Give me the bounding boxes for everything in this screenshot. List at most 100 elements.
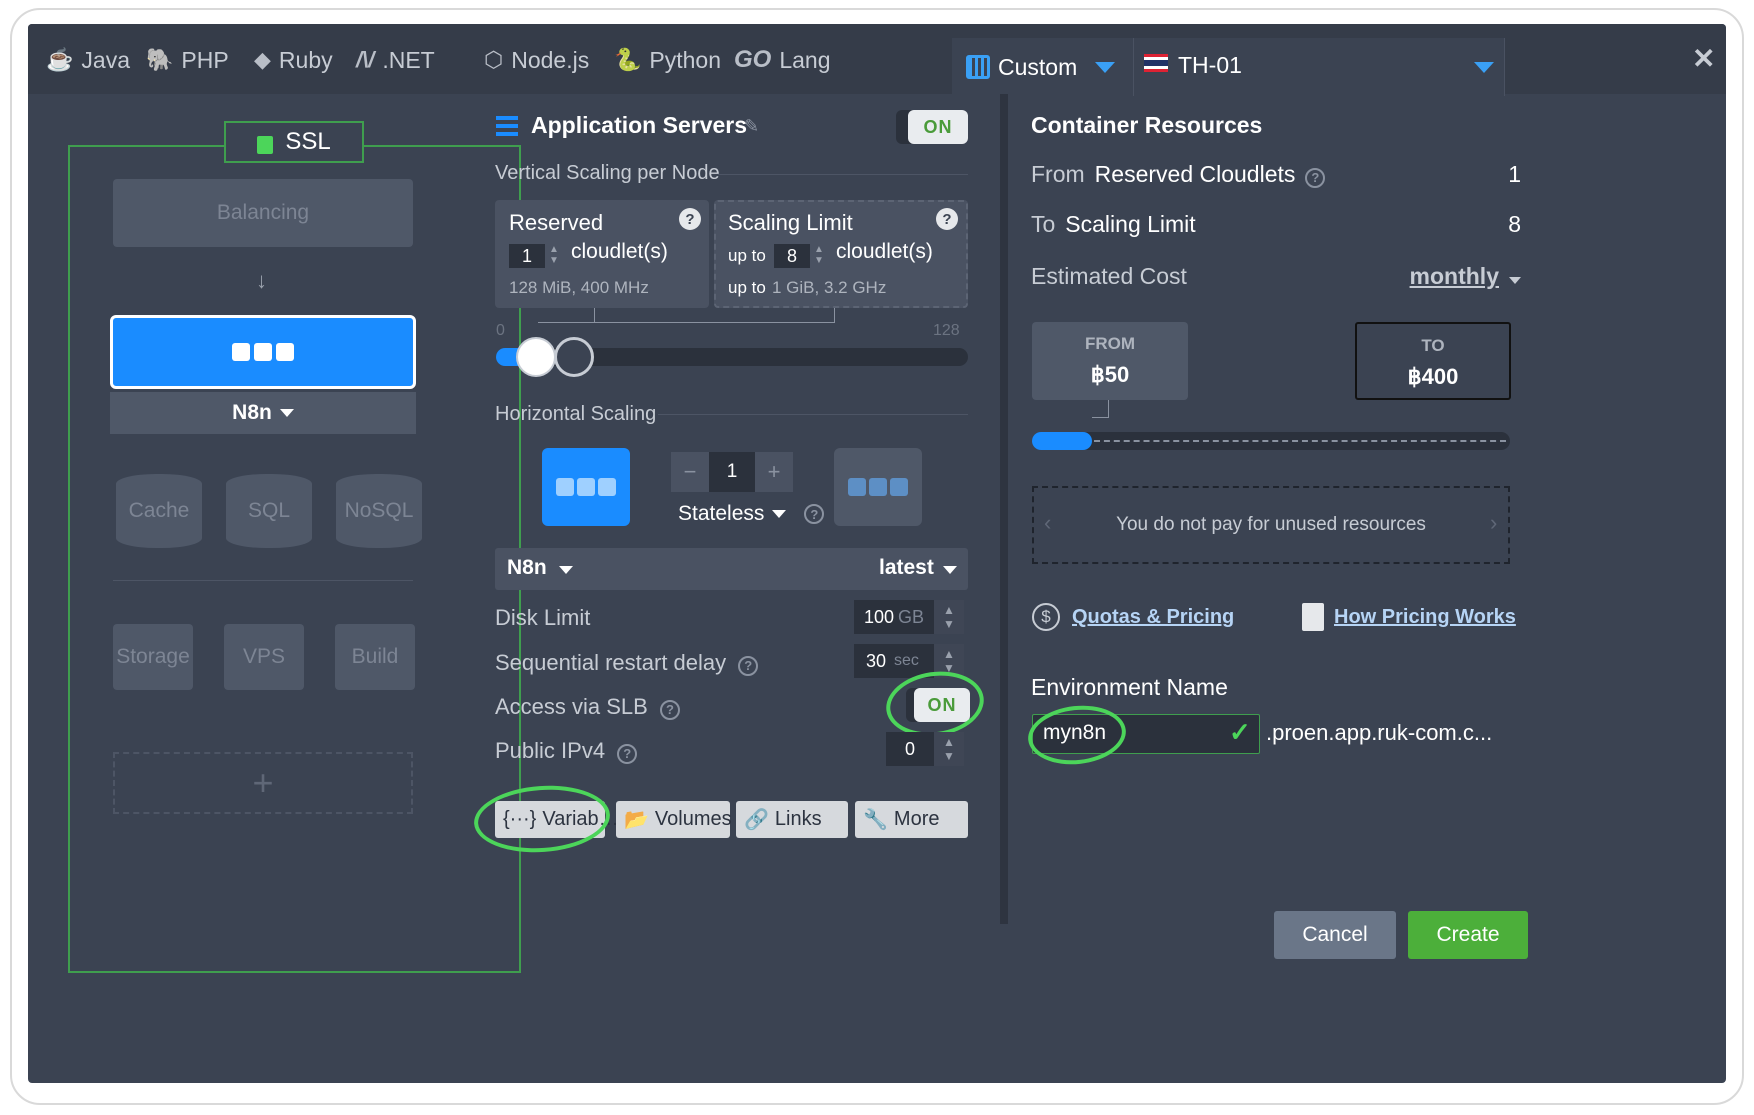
help-icon[interactable]: ? [659,699,680,720]
tab-ruby[interactable]: ◆ Ruby [254,42,333,78]
slider-min: 0 [496,322,505,339]
mode-dropdown[interactable]: Stateless ? [678,502,825,526]
tab-python[interactable]: 🐍 Python [614,42,721,78]
help-icon[interactable]: ? [1305,167,1326,188]
cancel-button[interactable]: Cancel [1274,911,1396,959]
tab-custom[interactable]: Custom [952,38,1152,96]
ruby-icon: ◆ [254,47,271,72]
link-icon: 🔗 [744,809,769,831]
spinner-icon[interactable]: ▲ ▼ [934,732,964,766]
slb-row: Access via SLB ? [495,694,680,720]
spinner-icon[interactable]: ▲ ▼ [549,244,559,266]
list-icon [496,116,518,136]
tab-dotnet[interactable]: /\/ .NET [356,42,435,78]
node-count-input[interactable]: 1 [709,452,755,492]
tab-go-lang[interactable]: GO Lang [734,42,831,78]
scaling-limit-specs: 1 GiB, 3.2 GHz [772,278,887,297]
quotas-link-row[interactable]: $ Quotas & Pricing [1032,603,1234,631]
from-card-price: ฿50 [1090,362,1130,387]
how-pricing-row[interactable]: How Pricing Works [1302,603,1516,631]
volumes-button[interactable]: 📂 Volumes [616,801,732,838]
create-label: Create [1436,923,1500,946]
vps-button[interactable]: VPS [224,624,304,690]
how-pricing-link[interactable]: How Pricing Works [1334,606,1516,629]
spinner-icon[interactable]: ▲ ▼ [814,244,824,266]
reserved-input[interactable]: 1 [509,244,545,268]
help-icon[interactable]: ? [679,208,701,230]
scaling-limit-input[interactable]: 8 [774,244,810,268]
tab-label: Python [649,46,722,73]
unused-resources-box: ‹ You do not pay for unused resources › [1032,486,1510,564]
checkmark-icon: ✓ [1229,717,1251,747]
create-button[interactable]: Create [1408,911,1528,959]
tab-label: .NET [382,46,435,73]
ssl-toggle[interactable]: SSL [224,121,364,163]
container-resources-title: Container Resources [1031,112,1263,138]
period-dropdown[interactable]: monthly [1410,263,1499,290]
help-icon[interactable]: ? [804,504,825,524]
cache-button[interactable]: Cache [116,474,202,548]
nosql-label: NoSQL [344,499,414,522]
from-card-label: FROM [1084,334,1136,353]
ipv4-input[interactable]: 0 [886,732,934,766]
to-row: To Scaling Limit 8 [1031,211,1521,238]
storage-button[interactable]: Storage [113,624,193,690]
reserved-slider-handle[interactable] [516,337,556,377]
tab-php[interactable]: 🐘 PHP [146,42,229,78]
connector-line [594,308,595,322]
environment-domain: .proen.app.ruk-com.c... [1266,720,1493,745]
balancing-button[interactable]: Balancing [113,179,413,247]
tab-java[interactable]: ☕ Java [46,42,130,78]
scaling-limit-label: Scaling Limit [728,210,853,235]
stack-tag[interactable]: latest [879,556,934,580]
edit-icon[interactable]: ✎ [744,116,759,137]
links-button[interactable]: 🔗 Links [736,801,848,838]
variables-button[interactable]: {···} Variab… [495,801,619,838]
more-button[interactable]: 🔧 More [855,801,968,838]
app-server-node[interactable] [110,315,416,389]
stack-selector[interactable]: N8n latest [495,548,968,590]
reserved-unit: cloudlet(s) [571,240,668,263]
build-button[interactable]: Build [335,624,415,690]
unused-resources-note: You do not pay for unused resources [1116,514,1426,535]
dotnet-icon: /\/ [356,47,375,72]
sql-button[interactable]: SQL [226,474,312,548]
environment-name-input[interactable]: myn8n ✓ [1032,714,1260,754]
stack-name: N8n [507,556,547,579]
to-label: Scaling Limit [1065,211,1196,237]
add-node-button[interactable]: + [113,752,413,814]
tab-nodejs[interactable]: ⬡ Node.js [484,42,589,78]
help-icon[interactable]: ? [617,743,638,764]
divider [658,414,968,415]
increment-button[interactable]: + [755,452,793,492]
region-selector[interactable]: TH-01 [1133,38,1505,96]
chevron-right-icon: › [1490,510,1498,535]
environment-name-label: Environment Name [1031,674,1228,700]
decrement-button[interactable]: − [671,452,709,492]
from-prefix: From [1031,161,1085,187]
tab-label: PHP [181,46,229,73]
app-servers-on[interactable]: ON [908,110,968,144]
restart-delay-value: 30 [866,650,887,671]
caret-down-icon [279,409,294,417]
engine-tab-bar: ☕ Java 🐘 PHP ◆ Ruby /\/ .NET ⬡ Node.js 🐍 Pytho… [28,24,1726,96]
spinner-icon[interactable]: ▲ ▼ [934,644,964,678]
tab-label: Ruby [278,46,333,73]
chevron-down-icon[interactable] [1095,61,1116,73]
scaling-limit-slider-handle[interactable] [554,337,594,377]
help-icon[interactable]: ? [936,208,958,230]
disk-limit-input[interactable]: 100 GB [854,600,934,634]
close-icon[interactable]: ✕ [1692,42,1715,75]
dollar-icon: $ [1032,603,1060,631]
nosql-button[interactable]: NoSQL [336,474,422,548]
caret-down-icon [559,566,573,574]
java-icon: ☕ [46,47,74,72]
help-icon[interactable]: ? [738,655,759,676]
spinner-icon[interactable]: ▲ ▼ [934,600,964,634]
disk-limit-unit: GB [898,606,925,627]
quotas-pricing-link[interactable]: Quotas & Pricing [1072,606,1234,629]
node-name-dropdown[interactable]: N8n [110,392,416,434]
wrench-icon: 🔧 [863,809,888,831]
restart-delay-input[interactable]: 30 sec [854,644,934,678]
slb-on[interactable]: ON [914,688,970,722]
